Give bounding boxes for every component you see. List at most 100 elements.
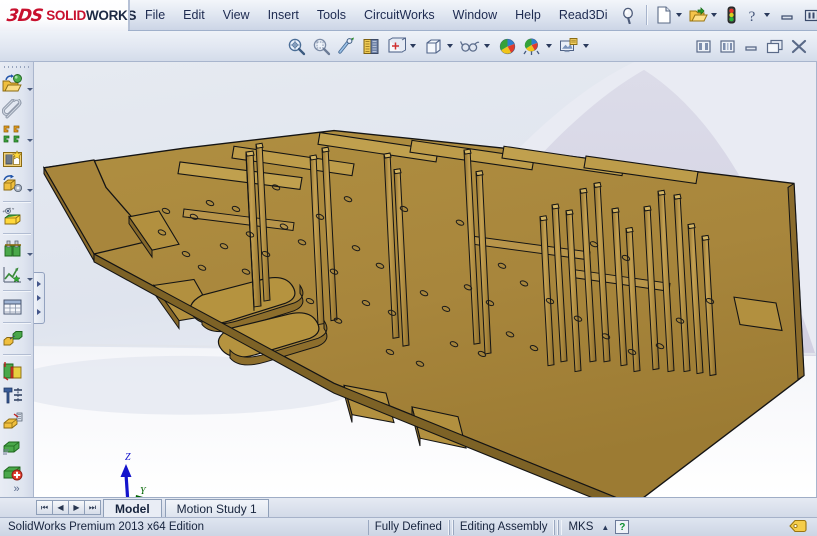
- assembly-features-dropdown-arrow[interactable]: [26, 253, 33, 257]
- minimize-button[interactable]: [776, 7, 798, 24]
- status-units[interactable]: MKS: [562, 520, 599, 535]
- display-manager-dropdown-arrow[interactable]: [583, 44, 589, 48]
- section-view-icon[interactable]: [359, 34, 383, 58]
- dassault-3ds-logo: 3DS: [5, 5, 44, 26]
- menu-view[interactable]: View: [214, 6, 259, 24]
- tab-motion-study[interactable]: Motion Study 1: [164, 499, 269, 517]
- command-bar-grip[interactable]: [3, 64, 30, 71]
- model-render: [34, 62, 816, 497]
- view-toolbar: [0, 31, 817, 62]
- status-help-button[interactable]: ?: [615, 520, 630, 534]
- tile-vertically-icon[interactable]: [715, 34, 739, 58]
- menu-help[interactable]: Help: [506, 6, 550, 24]
- tag-icon[interactable]: [789, 519, 813, 536]
- restore-button[interactable]: [800, 7, 817, 24]
- command-separator: [2, 290, 31, 292]
- triad-z-label: Z: [125, 452, 131, 463]
- rebuild-icon[interactable]: [721, 4, 741, 26]
- display-style-icon[interactable]: [421, 34, 445, 58]
- quick-access-toolbar: ?: [640, 0, 817, 30]
- clearance-verification-icon[interactable]: [0, 383, 33, 408]
- close-document-button[interactable]: [787, 34, 811, 58]
- panel-splitter-handle[interactable]: [34, 272, 45, 324]
- menu-circuitworks[interactable]: CircuitWorks: [355, 6, 444, 24]
- magnifier-icon[interactable]: [616, 4, 640, 26]
- display-manager-icon[interactable]: [557, 34, 581, 58]
- minimize-document-button[interactable]: [739, 34, 763, 58]
- last-tab-button[interactable]: ⏭: [84, 500, 101, 515]
- view-orientation-icon[interactable]: [384, 34, 408, 58]
- show-hidden-components-icon[interactable]: [0, 205, 33, 230]
- solidworks-wordmark: SOLIDWORKS: [46, 8, 136, 23]
- new-document-dropdown-arrow[interactable]: [676, 13, 683, 17]
- paperclip-icon[interactable]: [0, 97, 33, 122]
- view-toolbar-buttons: [284, 34, 593, 58]
- new-motion-study-icon[interactable]: [0, 262, 33, 287]
- command-bar-overflow-chevron[interactable]: »: [13, 484, 19, 495]
- edition-label: SolidWorks Premium 2013 x64 Edition: [8, 521, 205, 533]
- assembly-features-icon[interactable]: [0, 237, 33, 262]
- move-component-dropdown-arrow[interactable]: [26, 188, 33, 192]
- command-separator: [2, 322, 31, 324]
- hide-show-items-dropdown-arrow[interactable]: [484, 44, 490, 48]
- toolbar-separator: [646, 5, 648, 25]
- splitter-arrow-2: [37, 295, 41, 301]
- restore-document-button[interactable]: [763, 34, 787, 58]
- splitter-arrow-3: [37, 309, 41, 315]
- zoom-to-fit-icon[interactable]: [284, 34, 308, 58]
- menu-insert[interactable]: Insert: [259, 6, 308, 24]
- measure-icon[interactable]: [0, 408, 33, 433]
- zoom-in-out-icon[interactable]: [334, 34, 358, 58]
- document-window-buttons: [691, 34, 817, 58]
- first-tab-button[interactable]: ⏮: [36, 500, 53, 515]
- view-settings-icon[interactable]: [520, 34, 544, 58]
- new-document-icon[interactable]: [653, 4, 675, 26]
- mass-properties-icon[interactable]: [0, 434, 33, 459]
- help-dropdown-arrow[interactable]: [764, 13, 771, 17]
- exploded-view-icon[interactable]: [0, 326, 33, 351]
- mate-icon[interactable]: [0, 123, 33, 148]
- solidworks-logo[interactable]: 3DS SOLIDWORKS: [0, 0, 137, 31]
- command-separator: [2, 200, 31, 202]
- status-editing-mode: Editing Assembly: [452, 519, 555, 535]
- open-document-dropdown-arrow[interactable]: [711, 13, 718, 17]
- next-tab-button[interactable]: ▶: [68, 500, 85, 515]
- help-icon[interactable]: ?: [741, 4, 763, 26]
- graphics-viewport[interactable]: Z Y X: [34, 62, 817, 497]
- display-style-dropdown-arrow[interactable]: [447, 44, 453, 48]
- zoom-to-area-icon[interactable]: [309, 34, 333, 58]
- status-badge-fully-defined: Fully Defined: [367, 519, 449, 535]
- bill-of-materials-icon[interactable]: [0, 294, 33, 319]
- mate-dropdown-arrow[interactable]: [26, 138, 33, 142]
- menu-bar: 3DS SOLIDWORKS File Edit View Insert Too…: [0, 0, 817, 31]
- menu-window[interactable]: Window: [444, 6, 506, 24]
- units-dropdown-arrow[interactable]: ▲: [599, 523, 615, 532]
- move-component-icon[interactable]: [0, 173, 33, 198]
- apply-scene-icon[interactable]: [495, 34, 519, 58]
- menu-edit[interactable]: Edit: [174, 6, 214, 24]
- menu-file[interactable]: File: [136, 6, 174, 24]
- splitter-arrow-1: [37, 281, 41, 287]
- insert-components-icon[interactable]: [0, 72, 33, 97]
- tab-model[interactable]: Model: [103, 499, 162, 517]
- coordinate-triad: Z Y X: [120, 452, 147, 497]
- menu-tools[interactable]: Tools: [308, 6, 355, 24]
- view-settings-dropdown-arrow[interactable]: [546, 44, 552, 48]
- open-document-icon[interactable]: [686, 4, 710, 26]
- smart-fastener-icon[interactable]: [0, 148, 33, 173]
- document-tab-strip: ⏮ ◀ ▶ ⏭ Model Motion Study 1: [0, 497, 817, 517]
- interference-detection-icon[interactable]: [0, 358, 33, 383]
- insert-components-dropdown-arrow[interactable]: [26, 88, 33, 92]
- solidworks-window: 3DS SOLIDWORKS File Edit View Insert Too…: [0, 0, 817, 536]
- hide-show-items-icon[interactable]: [458, 34, 482, 58]
- status-bar: SolidWorks Premium 2013 x64 Edition Full…: [0, 517, 817, 536]
- prev-tab-button[interactable]: ◀: [52, 500, 69, 515]
- main-body: » Z Y: [0, 62, 817, 497]
- triad-y-label: Y: [140, 486, 147, 497]
- new-motion-study-dropdown-arrow[interactable]: [26, 278, 33, 282]
- tile-horizontally-icon[interactable]: [691, 34, 715, 58]
- view-orientation-dropdown-arrow[interactable]: [410, 44, 416, 48]
- svg-text:?: ?: [749, 9, 756, 24]
- menu-read3di[interactable]: Read3Di: [550, 6, 617, 24]
- section-properties-icon[interactable]: [0, 459, 33, 484]
